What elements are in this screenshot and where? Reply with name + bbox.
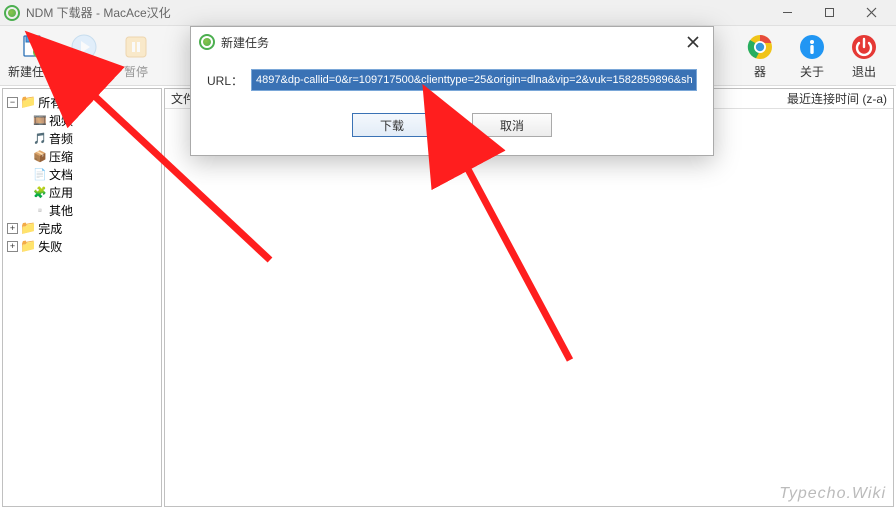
pause-icon (121, 32, 151, 62)
tree-root[interactable]: −📁所有 (5, 93, 159, 111)
minimize-icon (782, 7, 793, 18)
dialog-title: 新建任务 (221, 34, 681, 51)
chrome-icon (745, 32, 775, 62)
document-icon: 📄 (33, 168, 47, 181)
url-row: URL： (207, 69, 697, 91)
dialog-app-icon (199, 34, 215, 50)
pause-button[interactable]: 暂停 (110, 29, 162, 83)
other-icon: ▫️ (33, 204, 47, 217)
tree-item-app[interactable]: 🧩应用 (5, 183, 159, 201)
archive-icon: 📦 (33, 150, 47, 163)
exit-button[interactable]: 退出 (838, 29, 890, 83)
url-label: URL： (207, 72, 243, 89)
tree-item-video[interactable]: 🎞️视频 (5, 111, 159, 129)
window-close-button[interactable] (850, 0, 892, 26)
tree-label: 完成 (38, 220, 62, 237)
window-minimize-button[interactable] (766, 0, 808, 26)
audio-icon: 🎵 (33, 132, 47, 145)
info-icon (797, 32, 827, 62)
about-label: 关于 (800, 63, 824, 80)
tree-done[interactable]: +📁完成 (5, 219, 159, 237)
dialog-close-button[interactable] (681, 30, 705, 54)
tree-label: 压缩 (49, 148, 73, 165)
window-title: NDM 下载器 - MacAce汉化 (26, 4, 766, 21)
new-task-button[interactable]: 新建任务 (6, 29, 58, 83)
new-task-dialog: 新建任务 URL： 下载 取消 (190, 26, 714, 156)
app-icon-small: 🧩 (33, 186, 47, 199)
dialog-titlebar[interactable]: 新建任务 (191, 27, 713, 57)
power-icon (849, 32, 879, 62)
tree-label: 其他 (49, 202, 73, 219)
maximize-icon (824, 7, 835, 18)
tree-label: 失败 (38, 238, 62, 255)
watermark: Typecho.Wiki (779, 485, 886, 503)
tree-item-archive[interactable]: 📦压缩 (5, 147, 159, 165)
video-icon: 🎞️ (33, 114, 47, 127)
about-button[interactable]: 关于 (786, 29, 838, 83)
resume-button[interactable]: 恢复 (58, 29, 110, 83)
new-task-label: 新建任务 (8, 63, 56, 80)
folder-icon: 📁 (20, 94, 36, 110)
collapse-icon[interactable]: − (7, 97, 18, 108)
play-icon (69, 32, 99, 62)
expand-icon[interactable]: + (7, 241, 18, 252)
tree-item-other[interactable]: ▫️其他 (5, 201, 159, 219)
category-tree[interactable]: −📁所有 🎞️视频 🎵音频 📦压缩 📄文档 🧩应用 ▫️其他 +📁完成 +📁失败 (2, 88, 162, 507)
pause-label: 暂停 (124, 63, 148, 80)
folder-icon: 📁 (20, 220, 36, 236)
close-icon (686, 35, 700, 49)
resume-label: 恢复 (72, 63, 96, 80)
window-maximize-button[interactable] (808, 0, 850, 26)
tree-item-document[interactable]: 📄文档 (5, 165, 159, 183)
col-lasttime[interactable]: 最近连接时间 (z-a) (781, 89, 893, 108)
cancel-button[interactable]: 取消 (472, 113, 552, 137)
browser-button[interactable]: 器 (734, 29, 786, 83)
tree-label: 应用 (49, 184, 73, 201)
url-input[interactable] (251, 69, 697, 91)
browser-label: 器 (754, 63, 766, 80)
tree-label: 音频 (49, 130, 73, 147)
dialog-body: URL： (191, 57, 713, 99)
tree-label: 文档 (49, 166, 73, 183)
window-titlebar: NDM 下载器 - MacAce汉化 (0, 0, 896, 26)
tree-label: 所有 (38, 94, 62, 111)
new-task-icon (17, 32, 47, 62)
expand-icon[interactable]: + (7, 223, 18, 234)
tree-failed[interactable]: +📁失败 (5, 237, 159, 255)
download-button[interactable]: 下载 (352, 113, 432, 137)
tree-item-audio[interactable]: 🎵音频 (5, 129, 159, 147)
app-icon (4, 5, 20, 21)
tree-label: 视频 (49, 112, 73, 129)
dialog-buttons: 下载 取消 (191, 99, 713, 155)
close-icon (866, 7, 877, 18)
exit-label: 退出 (852, 63, 876, 80)
folder-icon: 📁 (20, 238, 36, 254)
